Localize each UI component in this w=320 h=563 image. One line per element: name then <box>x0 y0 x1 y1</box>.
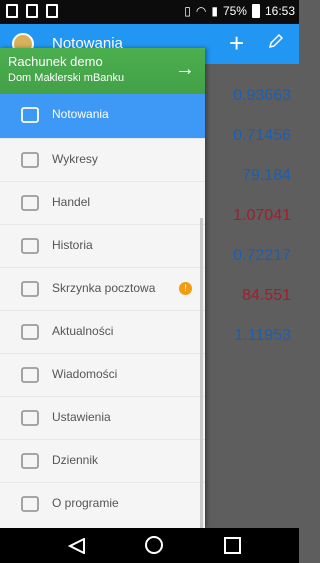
drawer-item-aktualności[interactable]: Aktualności <box>0 310 205 353</box>
background-bottom-toolbar <box>205 490 299 526</box>
quote-value[interactable]: 0.71456 <box>205 116 299 156</box>
inbox-tray-icon <box>19 236 41 256</box>
drawer-item-label: Notowania <box>52 107 109 121</box>
quote-value[interactable]: 84.551 <box>205 276 299 316</box>
drawer-scrollbar[interactable] <box>200 218 203 528</box>
envelope-icon <box>19 279 41 299</box>
chart-arrow-icon <box>19 105 41 125</box>
drawer-item-wiadomości[interactable]: Wiadomości <box>0 353 205 396</box>
broker-name: Dom Maklerski mBanku <box>8 72 125 84</box>
gear-icon <box>19 408 41 428</box>
account-name: Rachunek demo <box>8 54 103 69</box>
drawer-item-label: O programie <box>52 496 119 510</box>
recent-apps-icon[interactable] <box>224 537 241 554</box>
battery-percent: 75% <box>222 4 247 18</box>
drawer-item-skrzynka-pocztowa[interactable]: Skrzynka pocztowa! <box>0 267 205 310</box>
chat-bubble-icon <box>19 365 41 385</box>
drawer-item-dziennik[interactable]: Dziennik <box>0 439 205 482</box>
drawer-item-label: Dziennik <box>52 453 99 467</box>
info-icon <box>19 494 41 514</box>
edit-pencil-icon[interactable] <box>268 33 284 49</box>
drawer-item-label: Historia <box>52 238 93 252</box>
navigation-drawer: Rachunek demo Dom Maklerski mBanku → Not… <box>0 48 205 528</box>
candlestick-icon <box>19 150 41 170</box>
drawer-item-label: Ustawienia <box>52 410 111 424</box>
quote-value[interactable]: 79.184 <box>205 156 299 196</box>
drawer-item-label: Wykresy <box>52 152 98 166</box>
drawer-item-label: Aktualności <box>52 324 114 338</box>
clock: 16:53 <box>264 4 295 18</box>
drawer-menu: Notowania Wykresy Handel Historia Skrzynka p… <box>0 94 205 525</box>
download-notification-icon <box>46 4 58 18</box>
signal-icon: ▮ <box>211 4 218 18</box>
system-nav-bar <box>0 528 299 563</box>
account-header[interactable]: Rachunek demo Dom Maklerski mBanku → <box>0 48 205 94</box>
notification-badge: ! <box>179 282 192 295</box>
trade-arrow-icon <box>19 193 41 213</box>
drawer-item-label: Skrzynka pocztowa <box>52 281 156 295</box>
drawer-item-label: Handel <box>52 195 91 209</box>
home-icon[interactable] <box>145 536 163 554</box>
drawer-item-o-programie[interactable]: O programie <box>0 482 205 525</box>
quote-value[interactable]: 0.93663 <box>205 76 299 116</box>
arrow-right-icon[interactable]: → <box>175 58 195 81</box>
drawer-item-ustawienia[interactable]: Ustawienia <box>0 396 205 439</box>
news-icon <box>19 322 41 342</box>
app-notification-icon <box>26 4 38 18</box>
list-lines-icon <box>19 451 41 471</box>
quote-value[interactable]: 0.72217 <box>205 236 299 276</box>
wifi-icon: ◠ <box>195 4 207 18</box>
quote-value[interactable]: 1.07041 <box>205 196 299 236</box>
drawer-item-label: Wiadomości <box>52 367 118 381</box>
quote-value[interactable]: 1.11953 <box>205 316 299 356</box>
drawer-item-wykresy[interactable]: Wykresy <box>0 138 205 181</box>
battery-icon <box>251 4 260 18</box>
add-icon[interactable]: + <box>229 28 244 59</box>
quotes-list: 0.93663 0.71456 79.184 1.07041 0.72217 84.551… <box>205 76 299 356</box>
vibrate-icon: ▯ <box>184 4 191 18</box>
drawer-item-historia[interactable]: Historia <box>0 224 205 267</box>
back-icon[interactable] <box>68 538 86 554</box>
gallery-notification-icon <box>6 4 18 18</box>
status-bar: ▯ ◠ ▮ 75% 16:53 <box>0 0 299 24</box>
drawer-item-handel[interactable]: Handel <box>0 181 205 224</box>
drawer-item-notowania[interactable]: Notowania <box>0 94 205 138</box>
